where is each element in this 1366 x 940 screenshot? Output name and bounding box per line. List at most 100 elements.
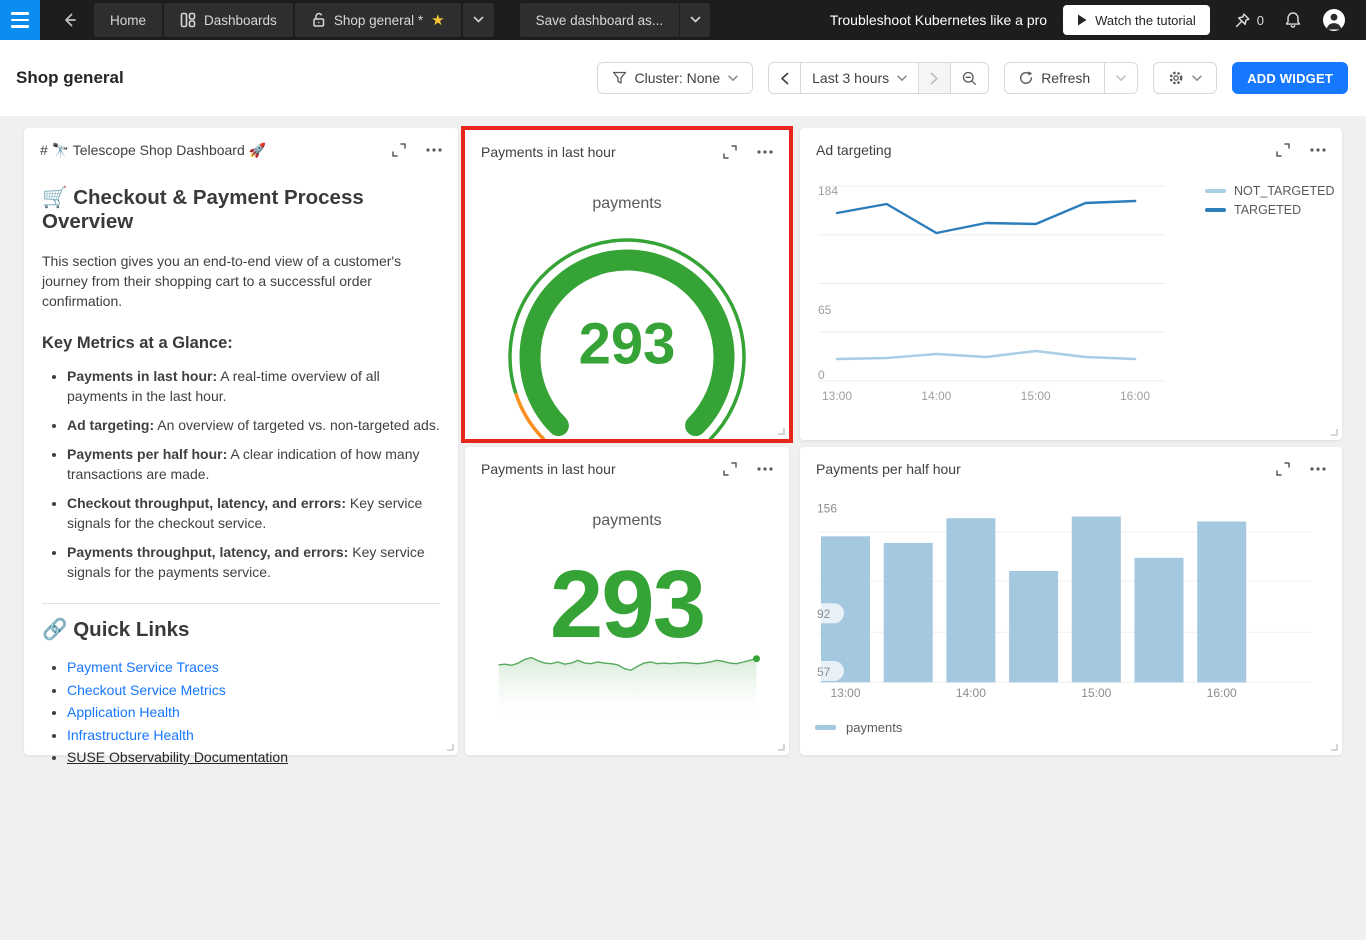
zoom-out-time-button[interactable] — [950, 63, 988, 93]
save-dashboard-chevron[interactable] — [680, 3, 711, 37]
widget-ad-targeting: Ad targeting 184 65 0 13:00 14:00 15:00 16:00 … — [800, 128, 1342, 440]
widget-menu-icon[interactable] — [426, 148, 442, 152]
legend-item-targeted[interactable]: TARGETED — [1205, 203, 1334, 217]
link-infrastructure-health[interactable]: Infrastructure Health — [67, 727, 194, 743]
key-metrics-list: Payments in last hour: A real-time overv… — [42, 366, 440, 582]
gauge-value: 293 — [578, 311, 676, 377]
time-range-control: Last 3 hours — [768, 62, 990, 94]
link-suse-observability-docs[interactable]: SUSE Observability Documentation — [67, 749, 288, 765]
markdown-heading: 🛒 Checkout & Payment Process Overview — [42, 186, 364, 233]
pin-count: 0 — [1256, 12, 1264, 28]
tab-dashboards[interactable]: Dashboards — [164, 3, 293, 37]
watch-tutorial-label: Watch the tutorial — [1095, 12, 1196, 28]
favorite-star-icon[interactable]: ★ — [431, 11, 444, 29]
svg-text:16:00: 16:00 — [1120, 389, 1150, 403]
list-item: Ad targeting: An overview of targeted vs… — [67, 415, 440, 435]
dashboard-toolbar: Cluster: None Last 3 hours Refresh ADD W… — [596, 62, 1348, 94]
markdown-intro: This section gives you an end-to-end vie… — [42, 253, 402, 309]
svg-text:14:00: 14:00 — [921, 389, 951, 403]
notifications-button[interactable] — [1274, 11, 1312, 29]
chevron-down-icon — [1116, 74, 1126, 81]
back-arrow-icon[interactable] — [52, 3, 86, 37]
resize-handle-icon[interactable] — [777, 743, 785, 751]
tab-shop-general-label: Shop general * — [333, 12, 424, 28]
hamburger-menu-icon[interactable] — [0, 0, 40, 40]
legend-label: NOT_TARGETED — [1234, 184, 1335, 198]
legend-swatch — [815, 725, 836, 730]
dashboard-grid: # 🔭 Telescope Shop Dashboard 🚀 🛒 Checkou… — [0, 116, 1366, 940]
payments-sparkline-chart[interactable] — [465, 447, 789, 755]
chevron-right-icon — [930, 72, 939, 84]
chart-legend[interactable]: payments — [815, 720, 902, 735]
lock-open-icon — [311, 12, 326, 28]
settings-control[interactable] — [1153, 62, 1218, 94]
pinned-views-button[interactable]: 0 — [1224, 12, 1274, 29]
chevron-left-icon — [781, 72, 789, 84]
watch-tutorial-button[interactable]: Watch the tutorial — [1063, 5, 1210, 35]
cluster-filter-button[interactable]: Cluster: None — [596, 62, 754, 94]
divider — [42, 603, 440, 604]
tab-home[interactable]: Home — [94, 3, 163, 37]
save-dashboard-label: Save dashboard as... — [535, 12, 664, 28]
time-forward-button[interactable] — [918, 63, 951, 93]
svg-text:14:00: 14:00 — [956, 686, 986, 700]
tab-overflow-chevron[interactable] — [462, 3, 494, 37]
svg-text:15:00: 15:00 — [1081, 686, 1111, 700]
resize-handle-icon[interactable] — [777, 427, 785, 435]
refresh-options-chevron[interactable] — [1104, 63, 1137, 93]
save-dashboard-button[interactable]: Save dashboard as... — [519, 3, 680, 37]
resize-handle-icon[interactable] — [1330, 428, 1338, 436]
svg-text:0: 0 — [818, 368, 825, 382]
chart-legend: NOT_TARGETED TARGETED — [1205, 184, 1334, 217]
chevron-down-icon — [728, 74, 738, 81]
refresh-icon — [1020, 71, 1033, 84]
markdown-subheading: Key Metrics at a Glance: — [42, 334, 233, 352]
list-item: Payments per half hour: A clear indicati… — [67, 444, 440, 484]
zoom-out-icon — [963, 71, 977, 85]
chevron-down-icon — [1192, 74, 1202, 81]
resize-handle-icon[interactable] — [1330, 743, 1338, 751]
svg-text:13:00: 13:00 — [822, 389, 852, 403]
payments-bar-chart[interactable]: 156 92 57 13:00 14:00 15:00 16:00 — [800, 447, 1342, 755]
refresh-control: Refresh — [1004, 62, 1139, 94]
legend-item-not-targeted[interactable]: NOT_TARGETED — [1205, 184, 1334, 198]
user-menu-button[interactable] — [1312, 8, 1356, 32]
promo-text: Troubleshoot Kubernetes like a pro — [829, 12, 1048, 28]
time-back-button[interactable] — [769, 63, 800, 93]
quick-links-list: Payment Service Traces Checkout Service … — [42, 656, 440, 769]
link-application-health[interactable]: Application Health — [67, 704, 180, 720]
widget-payments-gauge: Payments in last hour payments 293 — [465, 130, 789, 439]
save-dashboard-split-button: Save dashboard as... — [519, 3, 711, 37]
refresh-button[interactable]: Refresh — [1005, 63, 1104, 93]
gear-icon — [1169, 71, 1183, 85]
svg-text:57: 57 — [817, 665, 831, 679]
page-header: Shop general Cluster: None Last 3 hours — [0, 40, 1366, 116]
svg-text:184: 184 — [818, 184, 838, 198]
tab-home-label: Home — [110, 12, 147, 28]
widget-payments-per-half-hour: Payments per half hour 156 92 57 13:00 14:00… — [800, 447, 1342, 755]
bell-icon — [1285, 12, 1301, 28]
link-payment-service-traces[interactable]: Payment Service Traces — [67, 659, 219, 675]
list-item: Infrastructure Health — [67, 724, 440, 747]
dashboard-tabs: Home Dashboards Shop general * ★ — [94, 3, 494, 37]
resize-handle-icon[interactable] — [446, 743, 454, 751]
pin-icon — [1235, 12, 1250, 27]
link-checkout-service-metrics[interactable]: Checkout Service Metrics — [67, 682, 226, 698]
expand-widget-icon[interactable] — [392, 143, 406, 157]
list-item: Payment Service Traces — [67, 656, 440, 679]
payments-gauge-chart[interactable] — [465, 130, 789, 439]
svg-text:156: 156 — [817, 502, 837, 516]
add-widget-button[interactable]: ADD WIDGET — [1232, 62, 1348, 94]
widget-payments-number: Payments in last hour payments 293 — [465, 447, 789, 755]
tab-shop-general[interactable]: Shop general * ★ — [294, 3, 461, 37]
svg-text:92: 92 — [817, 607, 831, 621]
list-item: Payments in last hour: A real-time overv… — [67, 366, 440, 406]
play-icon — [1078, 14, 1087, 26]
list-item: Checkout throughput, latency, and errors… — [67, 493, 440, 533]
dashboards-icon — [180, 12, 196, 28]
legend-label: payments — [846, 720, 903, 735]
legend-label: TARGETED — [1234, 203, 1302, 217]
tab-dashboards-label: Dashboards — [204, 12, 277, 28]
ad-targeting-chart[interactable]: 184 65 0 13:00 14:00 15:00 16:00 — [800, 128, 1342, 440]
time-range-button[interactable]: Last 3 hours — [800, 63, 918, 93]
